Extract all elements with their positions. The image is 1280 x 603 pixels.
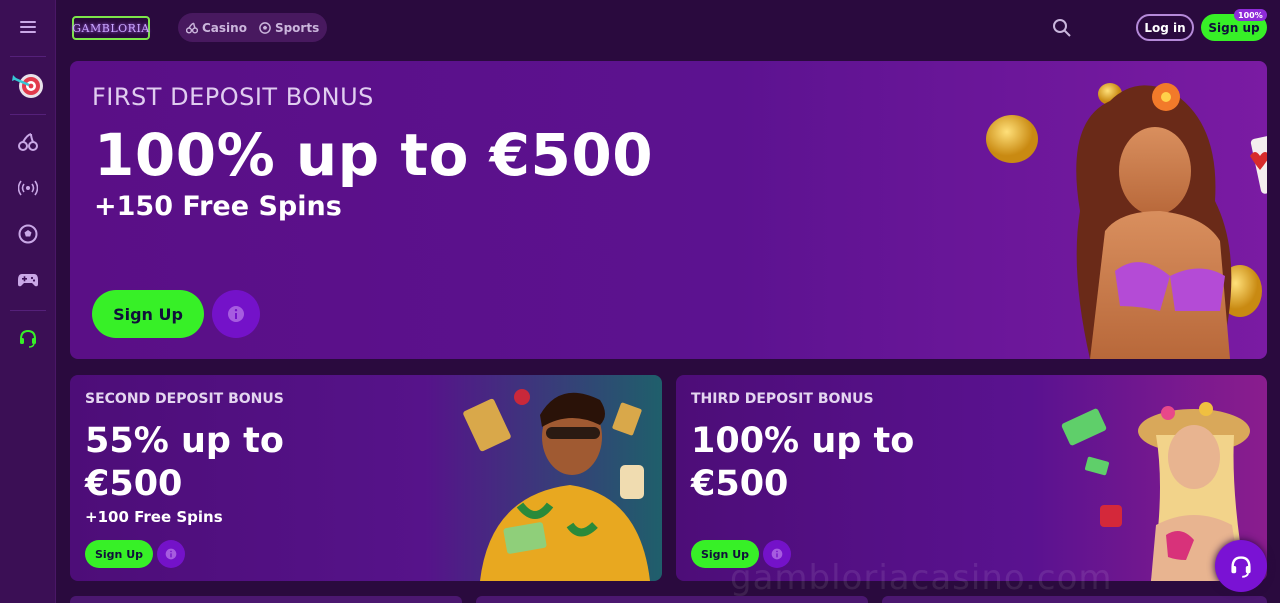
- card-signup-button[interactable]: Sign Up: [85, 540, 153, 568]
- cherry-icon[interactable]: [0, 130, 56, 154]
- info-icon: [165, 548, 177, 560]
- gamepad-icon[interactable]: [0, 268, 56, 292]
- bottom-card-1: [70, 596, 462, 603]
- card-title: 100% up to €500: [691, 420, 951, 506]
- card-info-button[interactable]: [157, 540, 185, 568]
- menu-icon[interactable]: [0, 14, 56, 40]
- watermark: gambloriacasino.com: [730, 558, 1113, 598]
- third-deposit-card: THIRD DEPOSIT BONUS 100% up to €500 Sign …: [676, 375, 1267, 581]
- nav-casino[interactable]: Casino: [186, 21, 247, 35]
- hero-title: 100% up to €500: [94, 121, 654, 189]
- card-subtitle: +100 Free Spins: [85, 508, 223, 526]
- card-title: 55% up to €500: [85, 420, 345, 506]
- hero-info-button[interactable]: [212, 290, 260, 338]
- signup-bonus-badge: 100%: [1234, 9, 1267, 21]
- nav-casino-label: Casino: [202, 20, 247, 35]
- card-title-line2: €500: [691, 464, 789, 504]
- top-bar: GAMBLORIA Casino Sports: [56, 0, 1280, 56]
- headset-icon: [1229, 554, 1253, 578]
- support-chat-button[interactable]: [1215, 540, 1267, 592]
- card-title-line1: 55% up to: [85, 421, 284, 461]
- hero-label: FIRST DEPOSIT BONUS: [92, 83, 374, 111]
- main-nav: Casino Sports: [178, 13, 327, 42]
- nav-sports-label: Sports: [274, 20, 320, 35]
- soccer-ball-icon: [259, 21, 271, 34]
- badge-text: 100%: [1238, 10, 1263, 20]
- nav-sports[interactable]: Sports: [259, 21, 319, 35]
- logo-text: GAMBLORIA: [72, 21, 150, 35]
- info-icon: [227, 305, 245, 323]
- logo[interactable]: GAMBLORIA: [72, 16, 150, 40]
- card-title-line1: 100% up to: [691, 421, 915, 461]
- hero-subtitle: +150 Free Spins: [94, 191, 342, 222]
- cherry-icon: [186, 22, 198, 34]
- hero-illustration: [970, 61, 1267, 359]
- hero-signup-button[interactable]: Sign Up: [92, 290, 204, 338]
- first-deposit-banner: FIRST DEPOSIT BONUS 100% up to €500 +150…: [70, 61, 1267, 359]
- sidebar: [0, 0, 56, 603]
- second-deposit-card: SECOND DEPOSIT BONUS 55% up to €500 +100 …: [70, 375, 662, 581]
- soccer-ball-icon[interactable]: [0, 222, 56, 246]
- card-label: SECOND DEPOSIT BONUS: [85, 391, 284, 407]
- card-illustration: [450, 375, 662, 581]
- headset-support-icon[interactable]: [0, 326, 56, 350]
- search-icon[interactable]: [1052, 18, 1072, 38]
- live-broadcast-icon[interactable]: [0, 176, 56, 200]
- login-button[interactable]: Log in: [1136, 14, 1194, 41]
- card-label: THIRD DEPOSIT BONUS: [691, 391, 874, 407]
- card-title-line2: €500: [85, 464, 183, 504]
- dart-target-icon[interactable]: [0, 68, 56, 102]
